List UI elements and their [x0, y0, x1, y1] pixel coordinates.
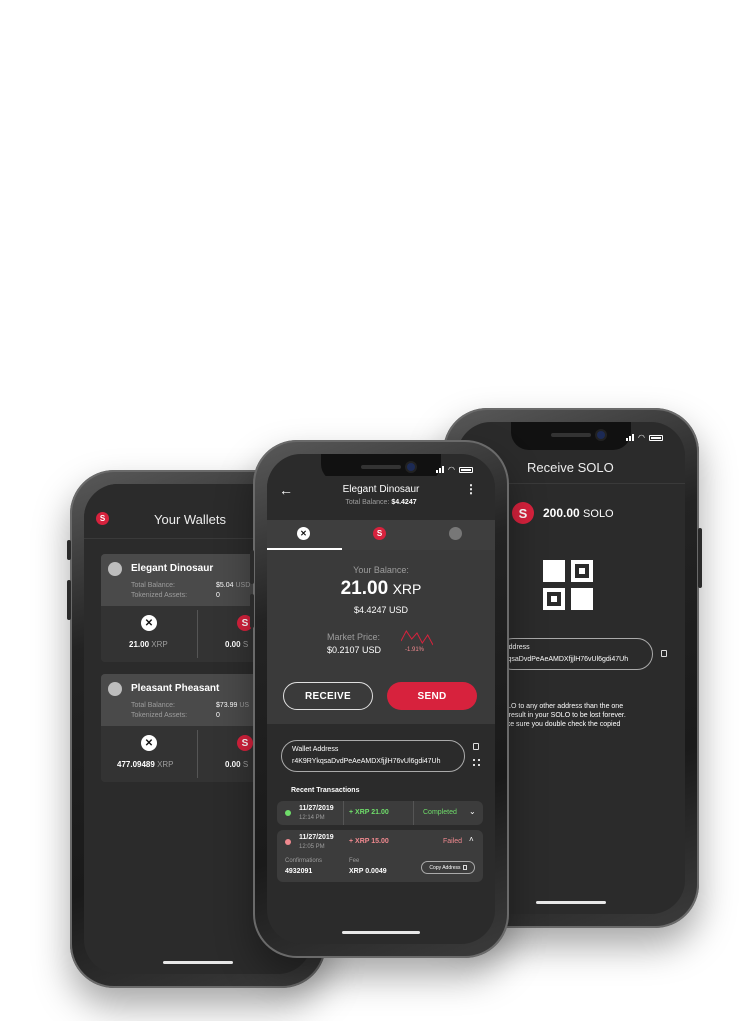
- wallet-name: Pleasant Pheasant: [131, 683, 220, 694]
- total-balance-unit: US: [239, 702, 250, 709]
- total-balance-unit: USD: [235, 582, 251, 589]
- tokenized-assets-value: 0: [216, 592, 220, 599]
- tx-amount: + XRP 15.00: [349, 838, 389, 845]
- tx-date: 11/27/2019: [299, 805, 334, 812]
- qr-code-icon[interactable]: [473, 759, 480, 766]
- xrp-amount: 21.00: [129, 640, 150, 649]
- copy-icon[interactable]: [661, 650, 667, 657]
- total-balance-label: Total Balance:: [131, 702, 175, 709]
- wifi-icon: ◠: [448, 465, 455, 474]
- address-value: kqsaDvdPeAeAMDXfjjlH76vUl6gdi47Uh: [504, 656, 629, 663]
- wallet-avatar: [108, 682, 122, 696]
- status-dot: [285, 810, 291, 816]
- wallet-address-value: r4K9RYkqsaDvdPeAeAMDXfjjlH76vUl6gdi47Uh: [292, 758, 441, 765]
- more-vertical-icon[interactable]: ⋮: [465, 482, 477, 496]
- qr-code-icon: [543, 560, 593, 610]
- page-title: Receive SOLO: [527, 460, 614, 475]
- wallet-title: Elegant Dinosaur: [342, 484, 420, 495]
- tx-time: 12:05 PM: [299, 844, 325, 850]
- fee-value: XRP 0.0049: [349, 868, 387, 875]
- solo-icon: S: [373, 527, 386, 540]
- market-value: $0.2107 USD: [327, 645, 382, 655]
- tx-status: Failed: [443, 838, 463, 845]
- fee-label: Fee: [349, 858, 360, 864]
- wallet-address-label: Wallet Address: [292, 746, 339, 753]
- total-balance-value: $73.99: [216, 702, 238, 709]
- xrp-amount: 477.09489: [117, 760, 155, 769]
- balance-label: Your Balance:: [353, 565, 409, 575]
- wifi-icon: ◠: [638, 433, 645, 442]
- signal-icon: [436, 466, 445, 473]
- tab-solo[interactable]: S: [342, 520, 417, 550]
- tab-token[interactable]: [417, 520, 495, 550]
- solo-logo-icon: S: [512, 502, 534, 524]
- wallet-header: ← Elegant Dinosaur Total Balance: $4.424…: [267, 476, 495, 520]
- tx-time: 12:14 PM: [299, 815, 325, 821]
- page-title: Your Wallets: [154, 512, 227, 527]
- address-field[interactable]: Address kqsaDvdPeAeAMDXfjjlH76vUl6gdi47U…: [497, 638, 653, 670]
- recent-transactions-title: Recent Transactions: [291, 787, 360, 794]
- battery-icon: [649, 434, 663, 441]
- wallet-name: Elegant Dinosaur: [131, 563, 214, 574]
- solo-logo-icon: S: [96, 512, 109, 525]
- status-bar: ◠: [626, 433, 663, 442]
- tokenized-assets-label: Tokenized Assets:: [131, 712, 188, 719]
- chevron-down-icon[interactable]: ⌄: [469, 807, 476, 816]
- solo-icon: S: [237, 735, 253, 751]
- confirmations-value: 4932091: [285, 868, 313, 875]
- home-indicator: [536, 901, 606, 904]
- battery-icon: [459, 466, 473, 473]
- total-balance-value: $4.4247: [391, 499, 417, 506]
- home-indicator: [163, 961, 233, 964]
- copy-address-button[interactable]: Copy Address: [421, 861, 475, 874]
- market-label: Market Price:: [327, 632, 381, 642]
- status-bar: ◠: [436, 465, 473, 474]
- center-phone: ◠ ← Elegant Dinosaur Total Balance: $4.4…: [250, 440, 509, 958]
- xrp-icon: ✕: [297, 527, 310, 540]
- total-balance-value: $5.04: [216, 582, 234, 589]
- market-change: -1.91%: [405, 647, 425, 653]
- solo-amount: 0.00: [225, 640, 241, 649]
- tokenized-assets-value: 0: [216, 712, 220, 719]
- receive-button[interactable]: RECEIVE: [283, 682, 373, 710]
- sparkline-icon: [401, 630, 433, 646]
- asset-tabs: ✕ S: [267, 520, 495, 550]
- signal-icon: [626, 434, 635, 441]
- balance-usd: $4.4247 USD: [353, 605, 409, 615]
- xrp-icon: ✕: [141, 735, 157, 751]
- wallet-avatar: [108, 562, 122, 576]
- send-button[interactable]: SEND: [387, 682, 477, 710]
- tab-xrp[interactable]: ✕: [267, 520, 342, 550]
- copy-icon[interactable]: [473, 743, 479, 750]
- xrp-unit: XRP: [157, 760, 174, 769]
- total-balance-label: Total Balance:: [131, 582, 175, 589]
- total-balance-label: Total Balance:: [345, 499, 390, 506]
- transaction-row-expanded[interactable]: 11/27/2019 12:05 PM + XRP 15.00 Failed ˄…: [277, 830, 483, 882]
- transaction-row[interactable]: 11/27/2019 12:14 PM + XRP 21.00 Complete…: [277, 801, 483, 825]
- copy-icon: [462, 865, 467, 870]
- xrp-unit: XRP: [151, 640, 168, 649]
- status-dot: [285, 839, 291, 845]
- warning-text: SOLO to any other address than the one w…: [497, 703, 626, 728]
- balance-panel: Your Balance: 21.00 XRP $4.4247 USD Mark…: [267, 550, 495, 724]
- copy-address-label: Copy Address: [429, 864, 461, 871]
- receive-amount: 200.00: [543, 506, 580, 520]
- balance-amount: 21.00: [340, 578, 389, 599]
- wallet-address-field[interactable]: Wallet Address r4K9RYkqsaDvdPeAeAMDXfjjl…: [281, 740, 465, 772]
- token-icon: [449, 527, 462, 540]
- xrp-icon: ✕: [141, 615, 157, 631]
- receive-unit: SOLO: [583, 508, 614, 520]
- home-indicator: [342, 931, 420, 934]
- tokenized-assets-label: Tokenized Assets:: [131, 592, 188, 599]
- center-screen: ◠ ← Elegant Dinosaur Total Balance: $4.4…: [267, 454, 495, 944]
- chevron-up-icon[interactable]: ˄: [469, 835, 474, 844]
- balance-unit: XRP: [392, 581, 422, 597]
- solo-unit: S: [242, 640, 249, 649]
- solo-unit: S: [242, 760, 249, 769]
- confirmations-label: Confirmations: [285, 858, 323, 864]
- solo-amount: 0.00: [225, 760, 241, 769]
- tx-status: Completed: [423, 809, 457, 816]
- tx-date: 11/27/2019: [299, 834, 334, 841]
- tx-amount: + XRP 21.00: [349, 809, 389, 816]
